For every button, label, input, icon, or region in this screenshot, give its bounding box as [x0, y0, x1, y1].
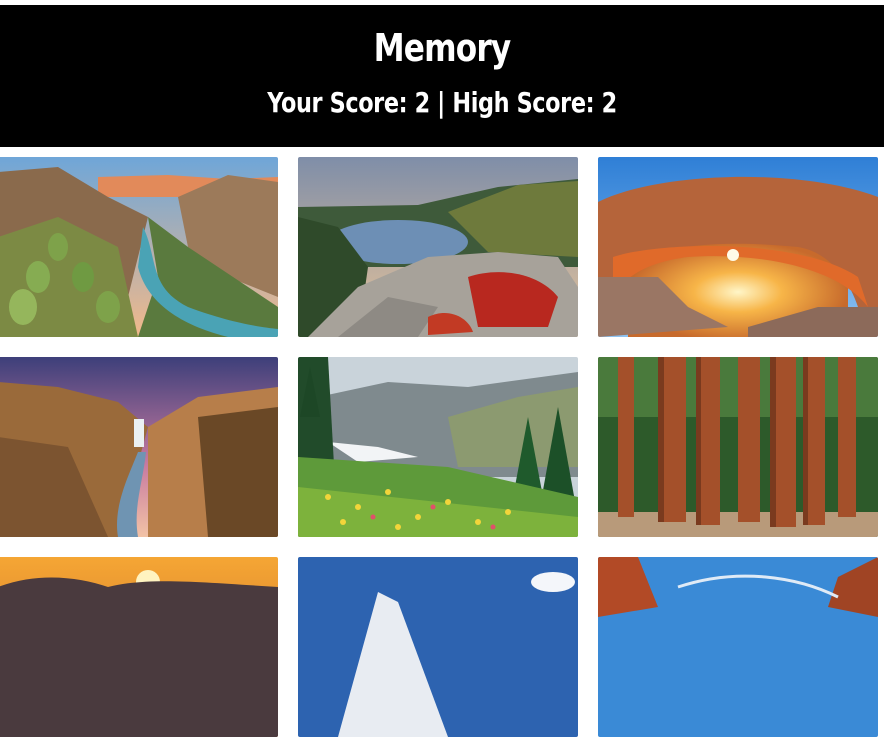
card-desert-canyon[interactable]: [0, 157, 278, 337]
card-canyon-waterfall[interactable]: [0, 357, 278, 537]
desert-canyon-image: [0, 157, 278, 337]
canyon-waterfall-image: [0, 357, 278, 537]
card-snowy-peak[interactable]: [298, 557, 578, 737]
red-rock-canyon-image: [598, 557, 878, 737]
card-rock-arch[interactable]: [598, 157, 878, 337]
wildflower-meadow-image: [298, 357, 578, 537]
card-mountain-lake[interactable]: [298, 157, 578, 337]
rock-arch-image: [598, 157, 878, 337]
card-wildflower-meadow[interactable]: [298, 357, 578, 537]
card-sunset-clouds[interactable]: [0, 557, 278, 737]
snowy-peak-image: [298, 557, 578, 737]
card-sequoia-forest[interactable]: [598, 357, 878, 537]
mountain-lake-image: [298, 157, 578, 337]
sunset-clouds-image: [0, 557, 278, 737]
card-grid: [0, 0, 884, 737]
card-red-rock-canyon[interactable]: [598, 557, 878, 737]
sequoia-forest-image: [598, 357, 878, 537]
